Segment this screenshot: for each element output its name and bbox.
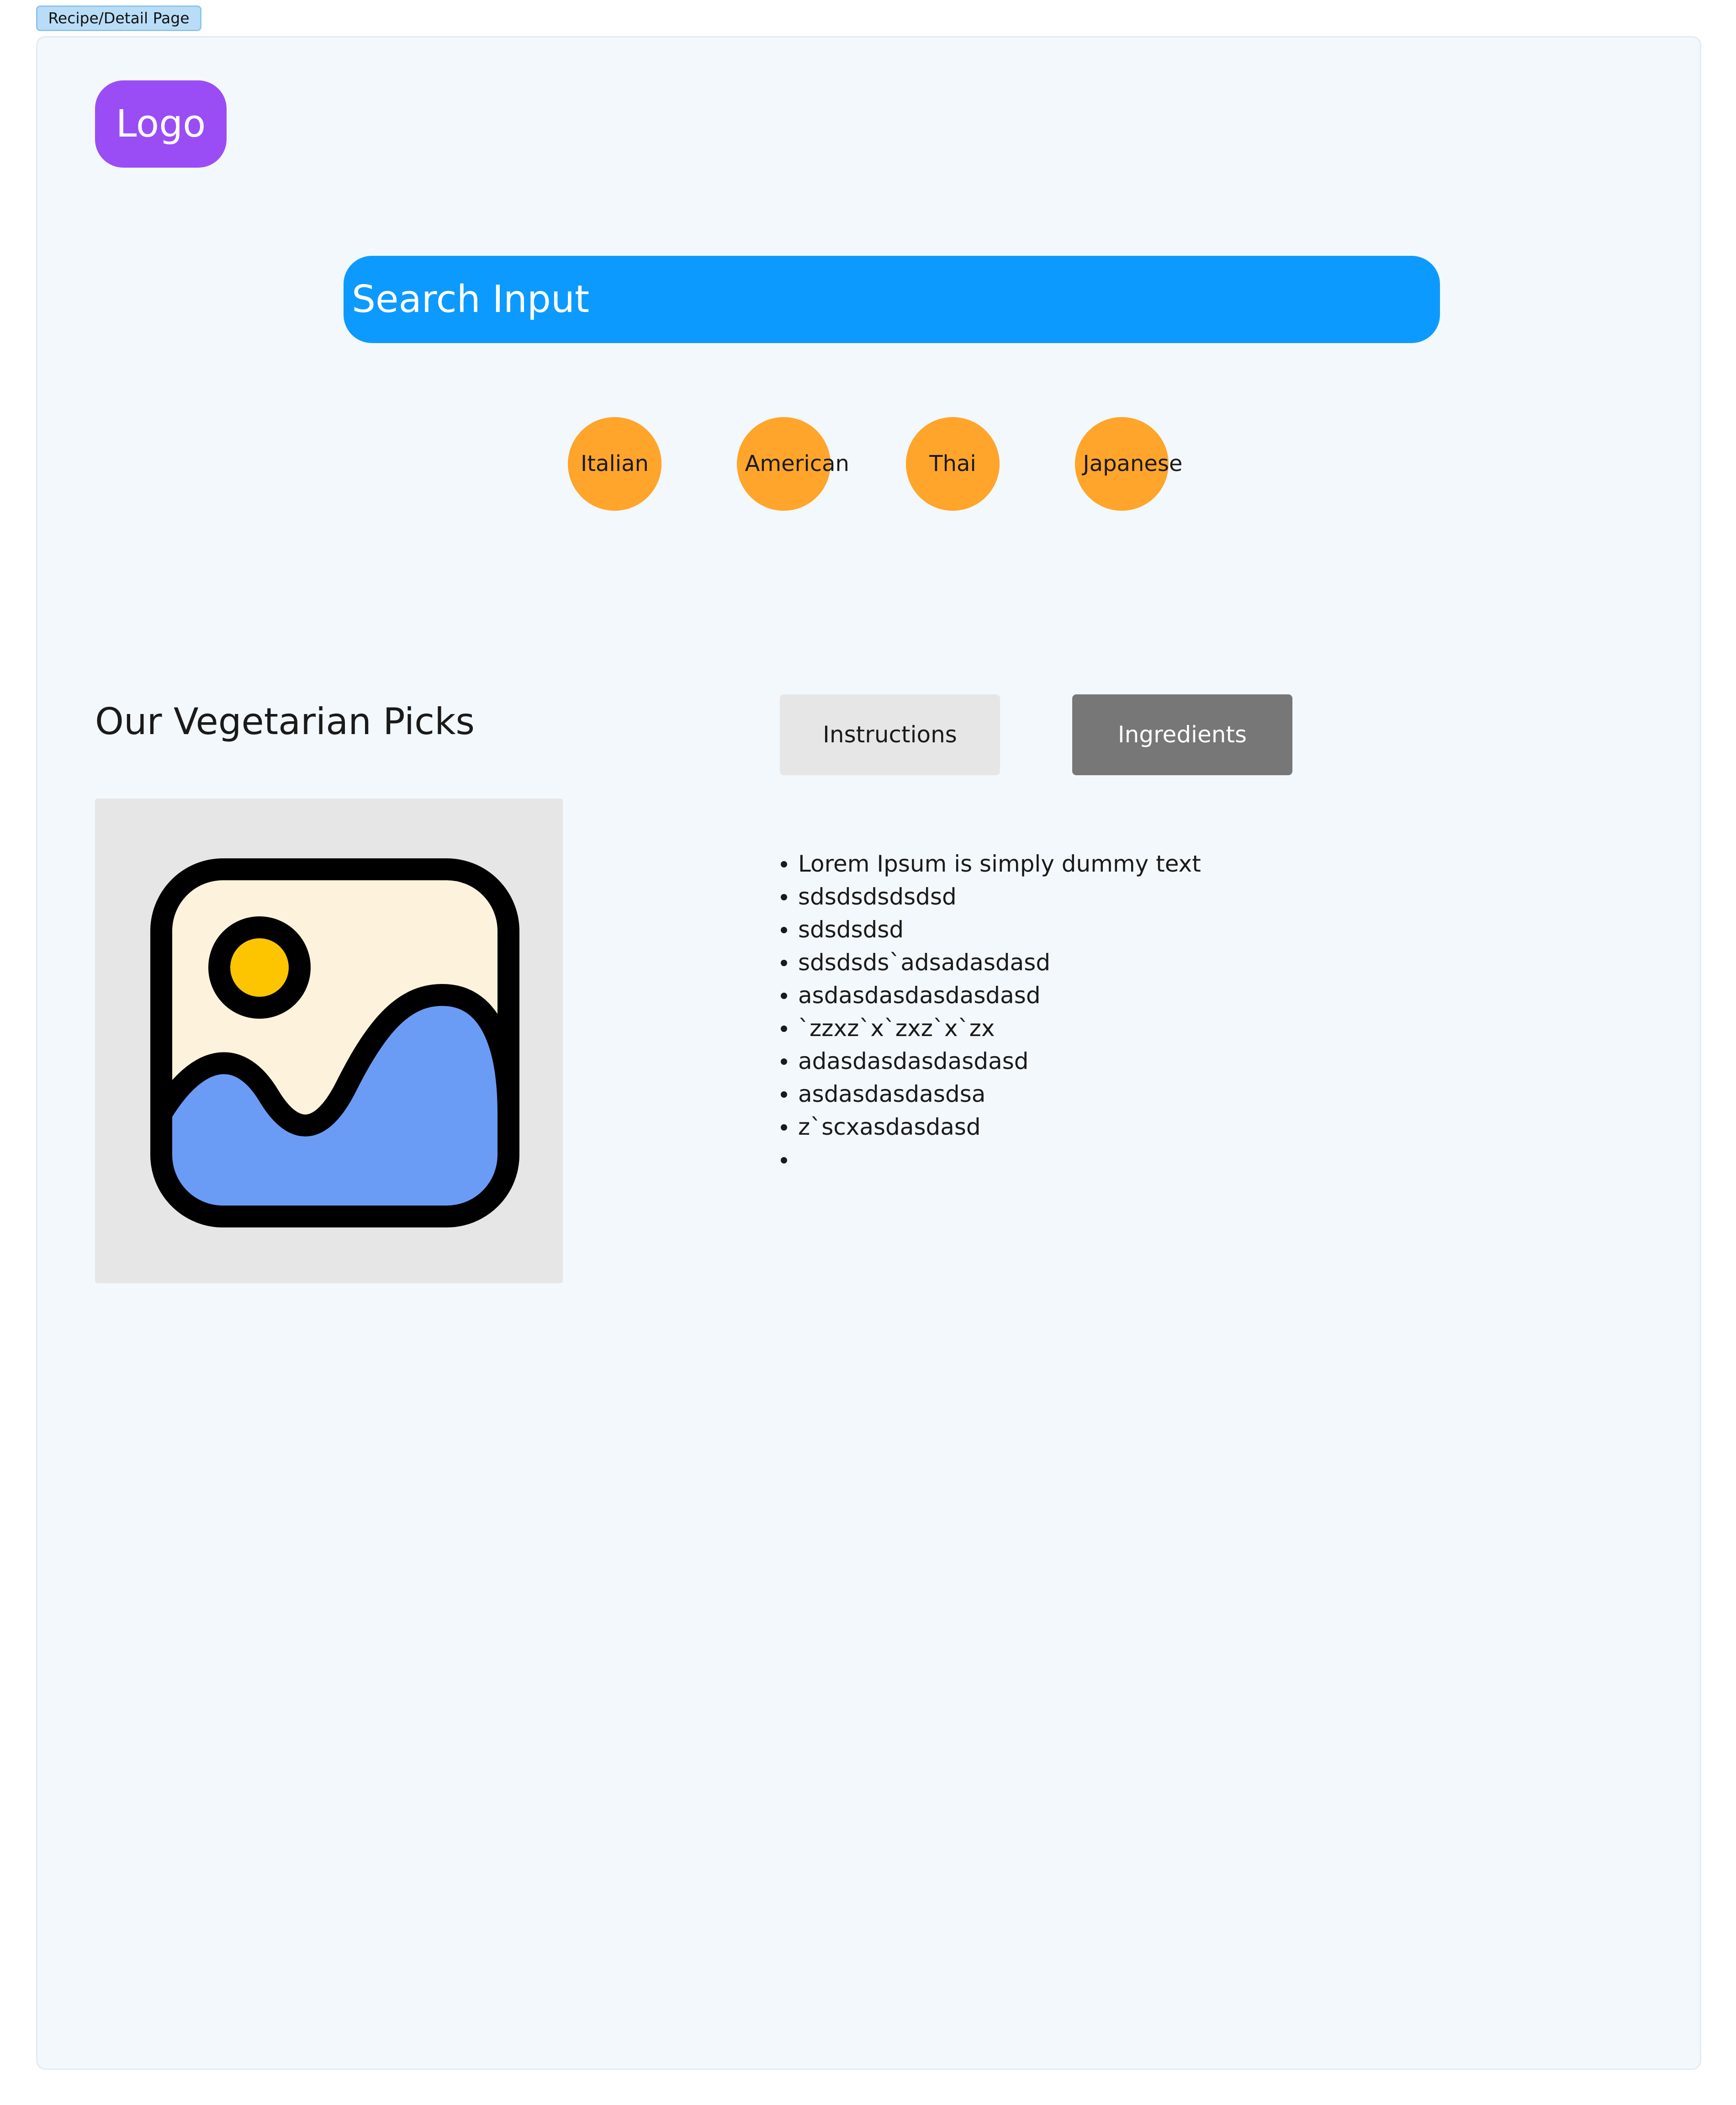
recipe-image[interactable] [95,799,563,1283]
list-item: sdsdsds`adsadasdasd [781,946,1620,979]
list-item: asdasdasdasdsa [781,1078,1620,1111]
tab-instructions[interactable]: Instructions [780,694,1000,775]
cuisine-chip-label: Italian [581,451,649,476]
cuisine-chip-american[interactable]: American [737,417,849,511]
ingredients-list: Lorem Ipsum is simply dummy text sdsdsds… [780,847,1620,1176]
tab-ingredients[interactable]: Ingredients [1072,694,1292,775]
section-title: Our Vegetarian Picks [95,700,475,743]
cuisine-chip-label: American [745,451,849,476]
list-item: adasdasdasdasdasd [781,1045,1620,1078]
cuisine-chip-thai[interactable]: Thai [906,417,1000,511]
list-item: `zzxz`x`zxz`x`zx [781,1012,1620,1045]
image-placeholder-icon [150,858,519,1227]
list-item: sdsdsdsdsdsd [781,880,1620,913]
search-input[interactable]: Search Input [344,256,1440,343]
list-item: asdasdasdasdasdasd [781,979,1620,1012]
cuisine-chip-japanese[interactable]: Japanese [1075,417,1183,511]
list-item: Lorem Ipsum is simply dummy text [781,847,1620,880]
list-item: z`scxasdasdasd [781,1111,1620,1143]
logo[interactable]: Logo [95,80,227,168]
cuisine-chip-label: Thai [929,451,976,476]
list-item: sdsdsdsd [781,913,1620,946]
cuisine-chip-italian[interactable]: Italian [568,417,662,511]
frame-label: Recipe/Detail Page [36,5,201,31]
cuisine-chip-label: Japanese [1083,451,1183,476]
list-item [781,1143,1620,1176]
